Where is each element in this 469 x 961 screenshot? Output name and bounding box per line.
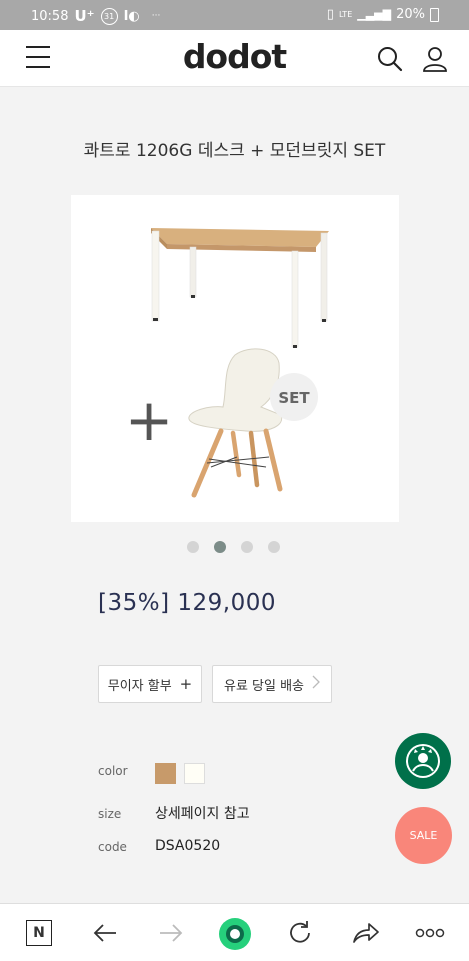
status-time: 10:58 bbox=[31, 8, 69, 24]
forward-arrow-icon[interactable] bbox=[156, 918, 186, 948]
carousel-dot-3[interactable] bbox=[241, 541, 253, 553]
battery-level: 20% bbox=[396, 7, 425, 22]
delivery-button[interactable]: 유료 당일 배송 bbox=[212, 665, 332, 703]
chevron-right-icon bbox=[312, 675, 320, 693]
more-options-icon[interactable] bbox=[415, 918, 445, 948]
status-bar: 10:58 U⁺ 31 Ⅰ◐ ··· ▯ LTE ▁▃▅▇ 20% bbox=[0, 0, 469, 30]
delivery-label: 유료 당일 배송 bbox=[223, 678, 305, 694]
desk-illustration bbox=[151, 228, 329, 348]
more-notifications-icon: ··· bbox=[151, 11, 161, 21]
code-value: DSA0520 bbox=[155, 838, 221, 854]
size-label: size bbox=[98, 807, 122, 821]
browser-bottom-bar: N bbox=[0, 903, 469, 961]
carousel-dot-4[interactable] bbox=[268, 541, 280, 553]
signal-icon: ▁▃▅▇ bbox=[357, 8, 392, 21]
set-badge: SET bbox=[278, 389, 310, 407]
share-icon[interactable] bbox=[351, 918, 381, 948]
installment-button[interactable]: 무이자 할부 + bbox=[98, 665, 202, 703]
carousel-indicator bbox=[187, 541, 280, 553]
green-dot-icon[interactable] bbox=[218, 917, 252, 951]
battery-icon bbox=[430, 7, 439, 22]
site-header: dodot bbox=[0, 30, 469, 87]
product-image[interactable]: + SET bbox=[71, 195, 399, 522]
color-swatch-wood[interactable] bbox=[155, 763, 176, 784]
starbucks-logo-button[interactable] bbox=[395, 733, 451, 789]
calendar-icon: 31 bbox=[100, 7, 118, 25]
color-swatch-white[interactable] bbox=[184, 763, 205, 784]
refresh-icon[interactable] bbox=[285, 918, 315, 948]
product-title: 콰트로 1206G 데스크 + 모던브릿지 SET bbox=[83, 141, 386, 161]
carousel-dot-2[interactable] bbox=[214, 541, 226, 553]
plus-icon: + bbox=[179, 675, 193, 693]
sale-button[interactable]: SALE bbox=[395, 807, 452, 864]
code-label: code bbox=[98, 840, 127, 854]
naver-home-icon[interactable]: N bbox=[24, 918, 54, 948]
carousel-dot-1[interactable] bbox=[187, 541, 199, 553]
product-price: [35%] 129,000 bbox=[98, 590, 276, 616]
app-notification-icon: Ⅰ◐ bbox=[123, 8, 140, 24]
chair-illustration bbox=[188, 348, 283, 498]
search-icon[interactable] bbox=[376, 45, 404, 73]
size-value: 상세페이지 참고 bbox=[155, 806, 250, 822]
installment-label: 무이자 할부 bbox=[107, 678, 172, 694]
network-type: LTE bbox=[338, 10, 353, 19]
user-icon[interactable] bbox=[421, 45, 449, 73]
vibrate-icon: ▯ bbox=[326, 7, 334, 22]
color-label: color bbox=[98, 764, 128, 778]
plus-sign: + bbox=[125, 386, 174, 454]
carrier-label: U⁺ bbox=[74, 7, 95, 25]
back-arrow-icon[interactable] bbox=[90, 918, 120, 948]
